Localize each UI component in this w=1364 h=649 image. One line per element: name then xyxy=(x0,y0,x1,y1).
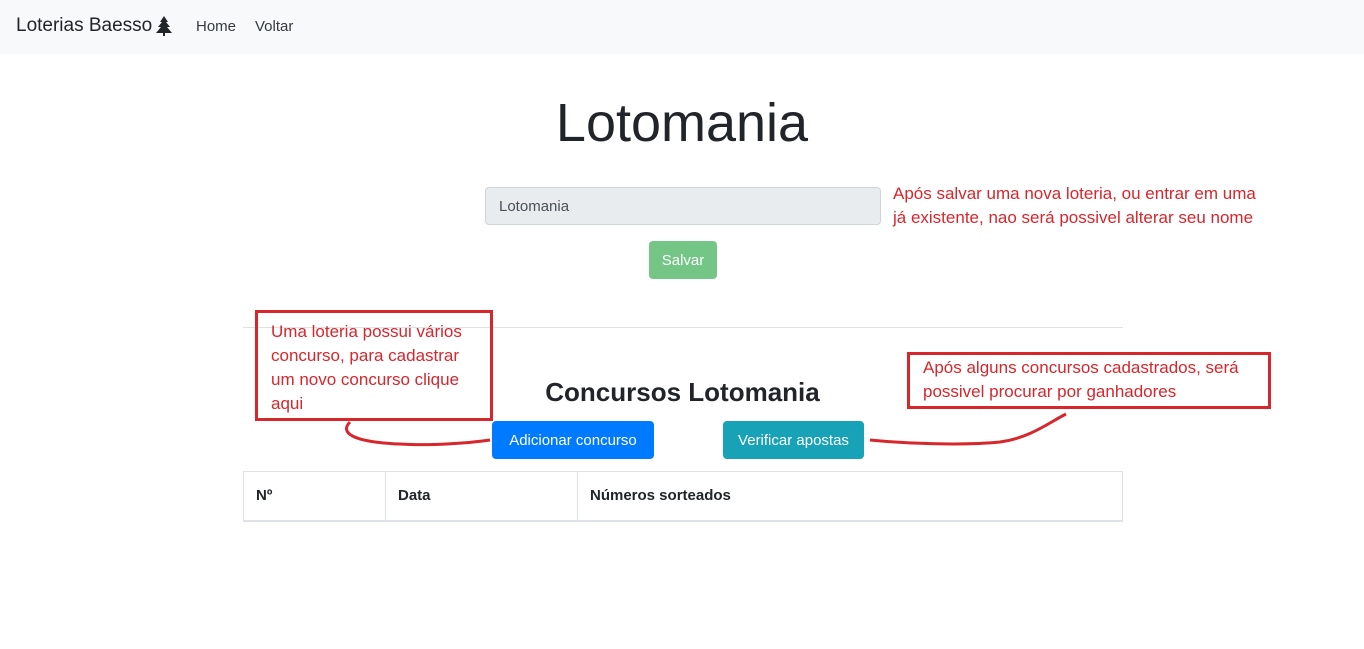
add-note-line: aqui xyxy=(271,394,304,413)
navbar: Loterias Baesso Home Voltar xyxy=(0,0,1364,54)
verify-arrow xyxy=(869,412,1067,446)
brand-text[interactable]: Loterias Baesso xyxy=(16,15,152,37)
page-title: Lotomania xyxy=(555,93,809,153)
lottery-name-input[interactable] xyxy=(485,187,881,225)
add-note-line: concurso, para cadastrar xyxy=(271,346,460,365)
verify-note-line: Após alguns concursos cadastrados, será xyxy=(923,358,1239,377)
concursos-title: Concursos Lotomania xyxy=(545,377,820,407)
nav-link-voltar[interactable]: Voltar xyxy=(255,18,293,35)
brand[interactable]: Loterias Baesso xyxy=(16,15,173,37)
name-note-line: já existente, nao será possivel alterar … xyxy=(893,208,1254,227)
tree-icon xyxy=(156,16,173,36)
name-note: Após salvar uma nova loteria, ou entrar … xyxy=(893,182,1256,230)
add-concurso-button[interactable]: Adicionar concurso xyxy=(492,421,654,459)
table-header-row: Nº Data Números sorteados xyxy=(243,471,1123,522)
verify-apostas-button[interactable]: Verificar apostas xyxy=(723,421,864,459)
column-header-data: Data xyxy=(385,471,578,522)
verify-note: Após alguns concursos cadastrados, será … xyxy=(923,356,1239,404)
column-header-numero: Nº xyxy=(243,471,386,522)
verify-note-line: possivel procurar por ganhadores xyxy=(923,382,1177,401)
add-note: Uma loteria possui vários concurso, para… xyxy=(271,320,462,416)
nav-link-home[interactable]: Home xyxy=(196,18,236,35)
concursos-table: Nº Data Números sorteados xyxy=(243,471,1123,522)
name-note-line: Após salvar uma nova loteria, ou entrar … xyxy=(893,184,1256,203)
add-note-line: um novo concurso clique xyxy=(271,370,460,389)
add-arrow xyxy=(345,420,491,447)
add-note-line: Uma loteria possui vários xyxy=(271,322,462,341)
column-header-numeros-sorteados: Números sorteados xyxy=(577,471,1123,522)
save-button[interactable]: Salvar xyxy=(649,241,717,279)
